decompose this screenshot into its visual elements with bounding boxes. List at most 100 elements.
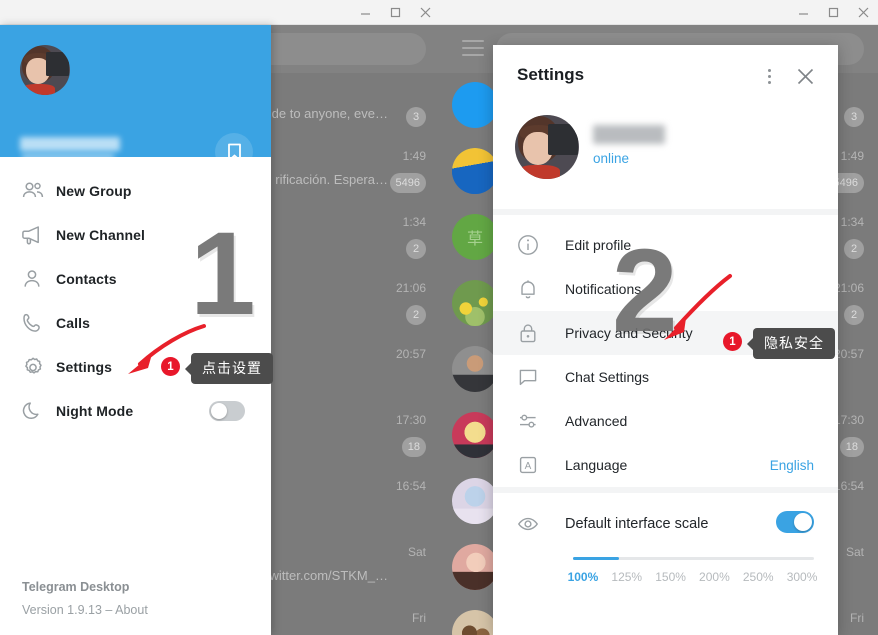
avatar[interactable] — [515, 115, 579, 179]
menu-header — [0, 25, 271, 171]
eye-icon — [517, 513, 565, 535]
menu-item-label: Calls — [56, 315, 90, 331]
titlebar-right — [440, 0, 878, 25]
language-value[interactable]: English — [770, 458, 814, 473]
avatar — [452, 280, 498, 326]
row-time: 16:54 — [833, 479, 864, 493]
close-icon[interactable] — [792, 63, 818, 89]
avatar — [452, 82, 498, 128]
step-badge-left: 1 — [161, 357, 180, 376]
chat-icon — [517, 366, 565, 388]
maximize-button[interactable] — [818, 0, 848, 24]
unread-badge: 5496 — [389, 173, 426, 193]
settings-item-label: Edit profile — [565, 237, 632, 253]
avatar — [452, 412, 498, 458]
row-time: 16:54 — [395, 479, 426, 493]
unread-badge: 2 — [406, 305, 426, 325]
menu-item-label: Contacts — [56, 271, 117, 287]
settings-item-language[interactable]: A Language English — [493, 443, 838, 487]
settings-item-notifications[interactable]: Notifications — [493, 267, 838, 311]
unread-badge: 3 — [406, 107, 426, 127]
close-button[interactable] — [410, 0, 440, 24]
gear-icon — [22, 357, 56, 378]
scale-mark-125[interactable]: 125% — [605, 570, 649, 584]
interface-scale-section: Default interface scale 100% 125% 150% 2… — [493, 493, 838, 594]
row-time: 1:34 — [402, 215, 426, 229]
settings-item-chat-settings[interactable]: Chat Settings — [493, 355, 838, 399]
menu-item-calls[interactable]: Calls — [0, 301, 271, 345]
menu-item-contacts[interactable]: Contacts — [0, 257, 271, 301]
night-mode-toggle[interactable] — [209, 401, 245, 421]
hamburger-icon[interactable] — [462, 40, 484, 61]
language-icon: A — [517, 454, 565, 476]
scale-slider[interactable] — [573, 557, 814, 560]
menu-item-label: Night Mode — [56, 403, 134, 419]
settings-item-label: Advanced — [565, 413, 628, 429]
unread-badge: 2 — [844, 239, 864, 259]
settings-item-advanced[interactable]: Advanced — [493, 399, 838, 443]
minimize-button[interactable] — [788, 0, 818, 24]
settings-profile: online — [493, 107, 838, 215]
avatar — [452, 346, 498, 392]
scale-label: Default interface scale — [565, 516, 709, 532]
sliders-icon — [517, 410, 565, 432]
scale-mark-100[interactable]: 100% — [561, 570, 605, 584]
unread-badge: 18 — [401, 437, 426, 457]
row-time: 21:06 — [833, 281, 864, 295]
menu-item-list: New Group New Channel Contacts Calls Set… — [0, 157, 271, 433]
row-time: 1:49 — [402, 149, 426, 163]
scale-mark-300[interactable]: 300% — [780, 570, 824, 584]
avatar — [452, 148, 498, 194]
three-dots-icon[interactable] — [758, 65, 780, 87]
menu-item-label: New Channel — [56, 227, 146, 243]
settings-item-label: Chat Settings — [565, 369, 650, 385]
row-time: 21:06 — [395, 281, 426, 295]
unread-badge: 2 — [406, 239, 426, 259]
scale-row: Default interface scale — [493, 507, 838, 541]
menu-item-night-mode[interactable]: Night Mode — [0, 389, 271, 433]
bell-icon — [517, 278, 565, 300]
row-time: Fri — [412, 611, 426, 625]
avatar — [452, 544, 498, 590]
app-version[interactable]: Version 1.9.13 – About — [22, 603, 148, 617]
menu-item-label: Settings — [56, 359, 113, 375]
close-button[interactable] — [848, 0, 878, 24]
menu-item-new-group[interactable]: New Group — [0, 169, 271, 213]
row-time: 20:57 — [395, 347, 426, 361]
scale-mark-150[interactable]: 150% — [649, 570, 693, 584]
unread-badge: 2 — [844, 305, 864, 325]
settings-item-edit-profile[interactable]: Edit profile — [493, 223, 838, 267]
default-scale-toggle[interactable] — [776, 511, 814, 533]
lock-icon — [517, 322, 565, 344]
online-status: online — [593, 151, 630, 166]
avatar[interactable] — [20, 45, 70, 95]
page-title: Settings — [517, 65, 585, 84]
user-name-redacted — [593, 125, 665, 144]
maximize-button[interactable] — [380, 0, 410, 24]
telegram-window-right: e… 3 1:49 5496 草 1:34 2 21:06 2 — [440, 0, 878, 635]
scale-slider-fill — [573, 557, 619, 560]
scale-mark-250[interactable]: 250% — [736, 570, 780, 584]
avatar — [452, 478, 498, 524]
menu-item-new-channel[interactable]: New Channel — [0, 213, 271, 257]
settings-item-label: Privacy and Security — [565, 325, 693, 341]
step-badge-right: 1 — [723, 332, 742, 351]
scale-mark-200[interactable]: 200% — [692, 570, 736, 584]
moon-icon — [22, 401, 56, 421]
menu-footer: Telegram Desktop Version 1.9.13 – About — [22, 580, 148, 617]
group-icon — [22, 181, 56, 201]
settings-item-label: Notifications — [565, 281, 642, 297]
unread-badge: 3 — [844, 107, 864, 127]
avatar: 草 — [452, 214, 498, 260]
row-time: 1:34 — [840, 215, 864, 229]
row-time: Sat — [845, 545, 864, 559]
settings-header: Settings — [493, 45, 838, 107]
tooltip-left: 点击设置 — [185, 353, 273, 384]
titlebar-left — [0, 0, 440, 25]
person-icon — [22, 269, 56, 289]
main-menu-drawer: New Group New Channel Contacts Calls Set… — [0, 25, 271, 635]
row-time: 17:30 — [833, 413, 864, 427]
telegram-window-left: code to anyone, eve… 3 1:49 rificación. … — [0, 0, 440, 635]
minimize-button[interactable] — [350, 0, 380, 24]
row-time: Sat — [407, 545, 426, 559]
